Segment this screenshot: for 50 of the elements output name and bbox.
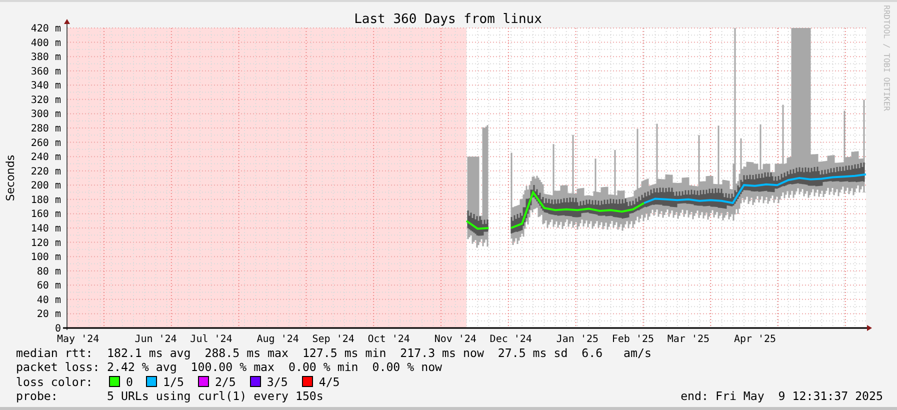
legend-label: 1/5: [162, 374, 184, 390]
axis-tick-label: Dec '24: [490, 334, 532, 345]
axis-tick-label: 140 m: [30, 224, 61, 234]
axis-tick-label: 420 m: [30, 24, 61, 34]
axis-tick-label: 220 m: [30, 166, 61, 178]
axis-tick-label: 40 m: [36, 294, 61, 306]
legend-value: 5 URLs using curl(1) every 150s: [107, 389, 324, 404]
legend-label: 2/5: [214, 374, 236, 390]
axis-tick-label: 340 m: [30, 80, 61, 92]
axis-tick-label: 20 m: [36, 309, 61, 320]
legend-label: probe:: [16, 389, 59, 404]
end-time: end: Fri May 9 12:31:37 2025: [680, 389, 883, 404]
axis-tick-label: 300 m: [30, 109, 61, 120]
chart-title: Last 360 Days from linux: [354, 12, 542, 27]
legend-value: 2.42 % avg 100.00 % max 0.00 % min 0.00 % now: [107, 360, 442, 375]
legend-label: 0: [126, 374, 133, 390]
axis-tick-label: Aug '24: [256, 334, 299, 345]
axis-tick-label: 240 m: [30, 152, 61, 164]
axis-tick-label: 80 m: [36, 266, 61, 278]
axis-tick-label: 160 m: [30, 209, 61, 220]
axis-tick-label: Feb '25: [612, 334, 654, 345]
axis-tick-label: 200 m: [30, 180, 61, 192]
axis-tick-label: Sep '24: [312, 334, 354, 345]
axis-tick-label: Jul '24: [190, 334, 232, 345]
axis-tick-label: Jun '24: [134, 334, 177, 345]
axis-tick-label: 380 m: [30, 52, 61, 64]
legend-label: median rtt:: [16, 346, 94, 360]
legend-label: 3/5: [266, 374, 288, 390]
axis-tick-label: 360 m: [30, 66, 61, 78]
axis-tick-label: Mar '25: [667, 334, 710, 345]
axis-tick-label: 280 m: [30, 124, 61, 134]
axis-tick-label: 60 m: [36, 280, 61, 292]
axis-tick-label: 320 m: [30, 94, 61, 106]
axis-tick-label: 260 m: [30, 138, 61, 149]
legend-label: loss color:: [16, 374, 94, 390]
axis-tick-label: Nov '24: [434, 334, 476, 345]
axis-tick-label: 180 m: [30, 194, 61, 206]
legend-label: packet loss:: [16, 360, 101, 375]
axis-tick-label: 0: [54, 324, 61, 334]
axis-tick-label: 120 m: [30, 238, 61, 249]
axis-tick-label: Jan '25: [556, 334, 599, 345]
legend-value: 182.1 ms avg 288.5 ms max 127.5 ms min 217.3 ms now 27.5 ms sd 6.6 am/s: [107, 346, 652, 360]
credit-text: RRDTOOL / TOBI OETIKER: [882, 5, 891, 111]
axis-tick-label: Oct '24: [368, 334, 410, 345]
axis-tick-label: May '24: [57, 334, 100, 345]
axis-tick-label: Apr '25: [734, 334, 776, 345]
axis-tick-label: 100 m: [30, 252, 61, 264]
axis-tick-label: 400 m: [30, 38, 61, 49]
axis-title: Seconds: [4, 154, 17, 202]
legend-label: 4/5: [318, 374, 340, 390]
